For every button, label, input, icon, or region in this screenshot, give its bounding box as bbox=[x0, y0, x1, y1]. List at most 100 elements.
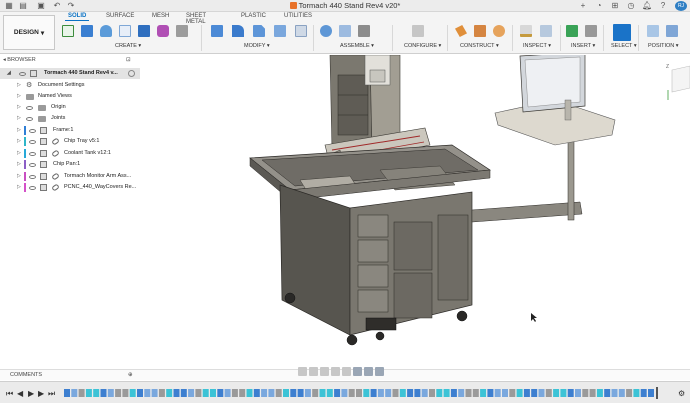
timeline-feature-icon[interactable] bbox=[392, 389, 399, 397]
chevron-right-icon[interactable]: ▷ bbox=[17, 113, 21, 124]
section-analysis-icon[interactable] bbox=[540, 25, 552, 37]
step-back-icon[interactable]: ◀ bbox=[17, 389, 23, 398]
timeline-feature-icon[interactable] bbox=[129, 389, 136, 397]
new-component-icon[interactable] bbox=[320, 25, 332, 37]
measure-icon[interactable] bbox=[520, 25, 532, 37]
position-menu[interactable]: POSITION ▾ bbox=[648, 43, 679, 49]
visibility-eye-icon[interactable] bbox=[29, 152, 36, 156]
timeline-feature-icon[interactable] bbox=[334, 389, 341, 397]
pin-icon[interactable]: ⊡ bbox=[126, 55, 131, 66]
timeline-feature-icon[interactable] bbox=[239, 389, 246, 397]
chevron-right-icon[interactable]: ▷ bbox=[17, 136, 21, 147]
offset-plane-icon[interactable] bbox=[455, 25, 467, 37]
timeline-feature-icon[interactable] bbox=[64, 389, 70, 397]
chevron-right-icon[interactable]: ▷ bbox=[17, 171, 21, 182]
skip-to-start-icon[interactable]: ⏮ bbox=[6, 389, 13, 399]
visibility-eye-icon[interactable] bbox=[29, 163, 36, 167]
timeline-feature-icon[interactable] bbox=[443, 389, 450, 397]
chamfer-icon[interactable] bbox=[253, 25, 265, 37]
point-icon[interactable] bbox=[493, 25, 505, 37]
press-pull-icon[interactable] bbox=[211, 25, 223, 37]
timeline-feature-icon[interactable] bbox=[429, 389, 435, 397]
timeline-settings-icon[interactable]: ⚙ bbox=[678, 389, 685, 398]
tree-item[interactable]: ▷ ⚙ Document Settings bbox=[0, 80, 140, 91]
timeline-feature-icon[interactable] bbox=[421, 389, 428, 397]
timeline-feature-icon[interactable] bbox=[377, 389, 384, 397]
timeline-feature-icon[interactable] bbox=[107, 389, 114, 397]
orbit-icon[interactable] bbox=[298, 367, 307, 376]
timeline-feature-icon[interactable] bbox=[122, 389, 129, 397]
tree-item[interactable]: ▷ Named Views bbox=[0, 91, 140, 102]
timeline-feature-icon[interactable] bbox=[356, 389, 362, 397]
look-at-icon[interactable] bbox=[309, 367, 318, 376]
tree-item[interactable]: ▷ Chip Pan:1 bbox=[0, 159, 140, 170]
visibility-eye-icon[interactable] bbox=[29, 129, 36, 133]
online-status-icon[interactable]: ◔ bbox=[594, 1, 604, 11]
timeline-feature-icon[interactable] bbox=[604, 389, 611, 397]
timeline-feature-icon[interactable] bbox=[137, 389, 143, 397]
timeline-feature-icon[interactable] bbox=[246, 389, 253, 397]
assemble-menu[interactable]: ASSEMBLE ▾ bbox=[340, 43, 374, 49]
timeline-feature-icon[interactable] bbox=[195, 389, 202, 397]
extrude-icon[interactable] bbox=[81, 25, 93, 37]
box-icon[interactable] bbox=[138, 25, 150, 37]
tab-mesh[interactable]: MESH bbox=[152, 13, 169, 19]
tab-surface[interactable]: SURFACE bbox=[106, 13, 134, 19]
timeline-feature-icon[interactable] bbox=[100, 389, 107, 397]
timeline-marker-handle[interactable] bbox=[656, 387, 658, 399]
timeline-feature-icon[interactable] bbox=[115, 389, 122, 397]
pan-icon[interactable] bbox=[320, 367, 329, 376]
timeline-feature-icon[interactable] bbox=[626, 389, 633, 397]
view-cube[interactable]: Z bbox=[664, 62, 690, 102]
zoom-icon[interactable] bbox=[331, 367, 340, 376]
timeline-feature-icon[interactable] bbox=[326, 389, 333, 397]
timeline-feature-icon[interactable] bbox=[231, 389, 238, 397]
timeline-feature-icon[interactable] bbox=[560, 389, 567, 397]
timeline-feature-icon[interactable] bbox=[93, 389, 100, 397]
timeline-feature-icon[interactable] bbox=[414, 389, 421, 397]
timeline-feature-icon[interactable] bbox=[553, 389, 560, 397]
workspace-switcher[interactable]: DESIGN ▾ bbox=[3, 15, 55, 50]
timeline-feature-icon[interactable] bbox=[297, 389, 304, 397]
history-icon[interactable]: ◷ bbox=[626, 1, 636, 11]
combine-icon[interactable] bbox=[295, 25, 307, 37]
timeline-feature-icon[interactable] bbox=[78, 389, 85, 397]
tab-plastic[interactable]: PLASTIC bbox=[241, 13, 266, 19]
chevron-right-icon[interactable]: ▷ bbox=[17, 148, 21, 159]
visibility-eye-icon[interactable] bbox=[26, 117, 33, 121]
timeline-feature-icon[interactable] bbox=[545, 389, 552, 397]
timeline-feature-icon[interactable] bbox=[472, 389, 479, 397]
timeline-feature-icon[interactable] bbox=[144, 389, 151, 397]
timeline-feature-icon[interactable] bbox=[458, 389, 465, 397]
extensions-icon[interactable]: ⊞ bbox=[610, 1, 620, 11]
timeline-feature-icon[interactable] bbox=[180, 389, 187, 397]
timeline-feature-icon[interactable] bbox=[633, 389, 640, 397]
tree-item[interactable]: ▷ Chip Tray v5:1 bbox=[0, 136, 140, 147]
chevron-right-icon[interactable]: ▷ bbox=[17, 182, 21, 193]
axis-icon[interactable] bbox=[474, 25, 486, 37]
select-icon[interactable] bbox=[613, 24, 631, 41]
timeline-feature-icon[interactable] bbox=[370, 389, 377, 397]
form-icon[interactable] bbox=[157, 25, 169, 37]
timeline-feature-icon[interactable] bbox=[158, 389, 165, 397]
timeline-feature-icon[interactable] bbox=[436, 389, 443, 397]
new-sketch-icon[interactable] bbox=[62, 25, 74, 37]
timeline-feature-icon[interactable] bbox=[516, 389, 523, 397]
timeline-feature-icon[interactable] bbox=[188, 389, 195, 397]
inspect-menu[interactable]: INSPECT ▾ bbox=[523, 43, 551, 49]
timeline-feature-icon[interactable] bbox=[582, 389, 589, 397]
timeline-feature-icon[interactable] bbox=[202, 389, 209, 397]
tree-item[interactable]: ▷ Frame:1 bbox=[0, 125, 140, 136]
create-menu[interactable]: CREATE ▾ bbox=[115, 43, 141, 49]
tree-item[interactable]: ▷ PCNC_440_WayCovers Re... bbox=[0, 182, 140, 193]
active-radio-icon[interactable] bbox=[128, 70, 135, 77]
joint-icon[interactable] bbox=[339, 25, 351, 37]
tree-item[interactable]: ▷ Origin bbox=[0, 102, 140, 113]
timeline-feature-icon[interactable] bbox=[312, 389, 319, 397]
play-icon[interactable]: ▶ bbox=[28, 389, 34, 398]
timeline-track[interactable] bbox=[64, 387, 690, 399]
timeline-feature-icon[interactable] bbox=[494, 389, 501, 397]
timeline-feature-icon[interactable] bbox=[531, 389, 538, 397]
visibility-eye-icon[interactable] bbox=[26, 106, 33, 110]
timeline-feature-icon[interactable] bbox=[319, 389, 326, 397]
